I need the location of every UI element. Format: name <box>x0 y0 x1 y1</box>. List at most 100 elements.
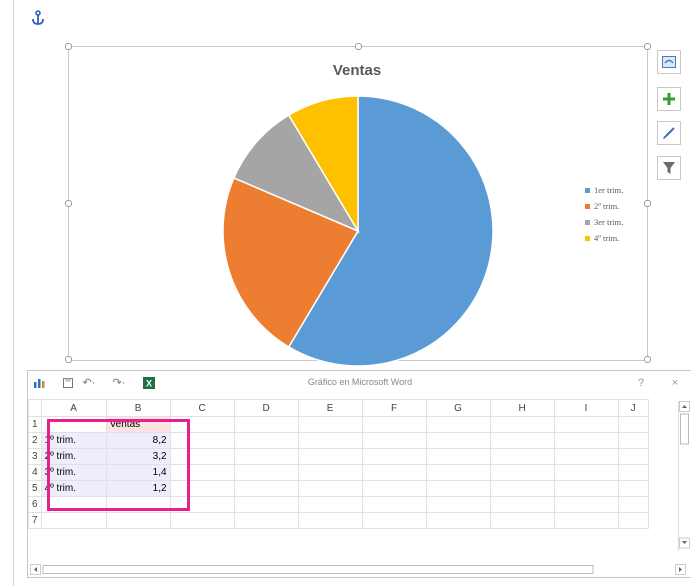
cell[interactable] <box>233 432 299 449</box>
cell[interactable] <box>169 512 235 529</box>
row-header[interactable]: 4 <box>28 464 42 481</box>
cell[interactable] <box>617 432 649 449</box>
cell[interactable] <box>361 464 427 481</box>
cell[interactable] <box>361 512 427 529</box>
cell-b5[interactable]: 1,2 <box>105 480 171 497</box>
cell[interactable] <box>489 512 555 529</box>
cell[interactable] <box>489 432 555 449</box>
cell[interactable] <box>617 512 649 529</box>
cell[interactable] <box>425 512 491 529</box>
cell[interactable] <box>425 464 491 481</box>
cell[interactable] <box>553 464 619 481</box>
row-header[interactable]: 6 <box>28 496 42 513</box>
cell[interactable] <box>617 448 649 465</box>
cell-a1[interactable] <box>40 416 107 433</box>
cell[interactable] <box>233 480 299 497</box>
cell-a6[interactable] <box>40 496 107 513</box>
cell[interactable] <box>489 480 555 497</box>
cell[interactable] <box>553 480 619 497</box>
column-header-b[interactable]: B <box>105 399 171 417</box>
horizontal-scrollbar[interactable] <box>30 562 686 575</box>
cell[interactable] <box>233 416 299 433</box>
cell[interactable] <box>233 448 299 465</box>
cell-b2[interactable]: 8,2 <box>105 432 171 449</box>
cell[interactable] <box>361 496 427 513</box>
cell[interactable] <box>169 432 235 449</box>
cell[interactable] <box>425 432 491 449</box>
column-header-f[interactable]: F <box>361 399 427 417</box>
column-header-i[interactable]: I <box>553 399 619 417</box>
cell[interactable] <box>617 416 649 433</box>
chart-filters-button[interactable] <box>657 156 681 180</box>
cell[interactable] <box>297 480 363 497</box>
resize-handle[interactable] <box>644 356 651 363</box>
cell-a5[interactable]: 4º trim. <box>40 480 107 497</box>
cell-a3[interactable]: 2º trim. <box>40 448 107 465</box>
cell-b6[interactable] <box>105 496 171 513</box>
cell[interactable] <box>361 432 427 449</box>
cell[interactable] <box>553 416 619 433</box>
cell[interactable] <box>233 496 299 513</box>
cell[interactable] <box>233 464 299 481</box>
cell[interactable] <box>297 464 363 481</box>
row-header[interactable]: 1 <box>28 416 42 433</box>
close-button[interactable]: × <box>669 376 681 389</box>
cell-b1[interactable]: Ventas <box>105 416 171 433</box>
chart-title[interactable]: Ventas <box>68 62 646 79</box>
column-header-j[interactable]: J <box>617 399 649 417</box>
cell[interactable] <box>489 496 555 513</box>
cell[interactable] <box>425 496 491 513</box>
cell[interactable] <box>169 416 235 433</box>
cell[interactable] <box>297 496 363 513</box>
cell[interactable] <box>553 448 619 465</box>
resize-handle[interactable] <box>65 43 72 50</box>
cell[interactable] <box>617 480 649 497</box>
pie-chart[interactable] <box>221 94 495 368</box>
column-header-c[interactable]: C <box>169 399 235 417</box>
cell[interactable] <box>297 416 363 433</box>
cell[interactable] <box>489 448 555 465</box>
cell[interactable] <box>169 448 235 465</box>
layout-options-button[interactable] <box>657 50 681 74</box>
cell[interactable] <box>617 464 649 481</box>
column-header-d[interactable]: D <box>233 399 299 417</box>
column-header-g[interactable]: G <box>425 399 491 417</box>
cell[interactable] <box>169 464 235 481</box>
cell-b7[interactable] <box>105 512 171 529</box>
cell-b4[interactable]: 1,4 <box>105 464 171 481</box>
cell-a7[interactable] <box>40 512 107 529</box>
cell[interactable] <box>361 480 427 497</box>
cell[interactable] <box>169 480 235 497</box>
column-header-a[interactable]: A <box>40 399 107 417</box>
cell[interactable] <box>489 464 555 481</box>
cell-a4[interactable]: 3º trim. <box>40 464 107 481</box>
row-header[interactable]: 3 <box>28 448 42 465</box>
chart-elements-button[interactable] <box>657 87 681 111</box>
row-header[interactable]: 7 <box>28 512 42 529</box>
row-header[interactable]: 5 <box>28 480 42 497</box>
cell[interactable] <box>297 432 363 449</box>
resize-handle[interactable] <box>644 200 651 207</box>
cell[interactable] <box>361 448 427 465</box>
cell[interactable] <box>553 496 619 513</box>
anchor-icon[interactable] <box>31 10 45 26</box>
cell[interactable] <box>425 416 491 433</box>
chart-legend[interactable]: 1er trim. 2º trim. 3er trim. 4º trim. <box>585 182 623 246</box>
cell[interactable] <box>361 416 427 433</box>
column-header-h[interactable]: H <box>489 399 555 417</box>
cell[interactable] <box>617 496 649 513</box>
resize-handle[interactable] <box>355 43 362 50</box>
cell-b3[interactable]: 3,2 <box>105 448 171 465</box>
resize-handle[interactable] <box>644 43 651 50</box>
cell[interactable] <box>297 512 363 529</box>
resize-handle[interactable] <box>65 200 72 207</box>
cell[interactable] <box>297 448 363 465</box>
cell[interactable] <box>425 480 491 497</box>
row-header[interactable]: 2 <box>28 432 42 449</box>
chart-styles-button[interactable] <box>657 121 681 145</box>
select-all-corner[interactable] <box>28 399 42 417</box>
cell[interactable] <box>233 512 299 529</box>
cell[interactable] <box>553 512 619 529</box>
chart-data-window[interactable]: ↶· ↷· X Gráfico en Microsoft Word ? × A … <box>27 370 691 578</box>
cell[interactable] <box>489 416 555 433</box>
